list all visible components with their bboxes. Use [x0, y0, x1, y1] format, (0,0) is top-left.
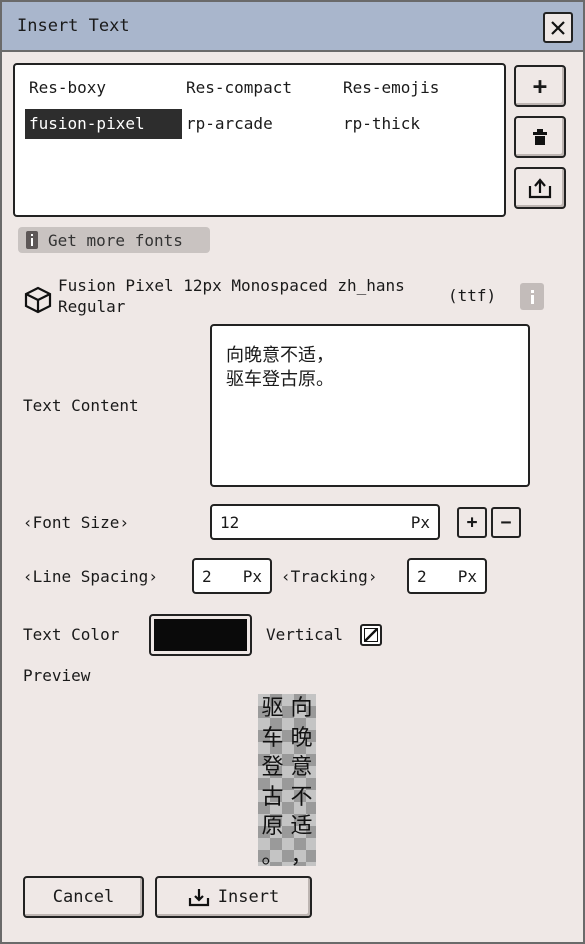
font-item-rp-thick[interactable]: rp-thick [339, 109, 493, 139]
add-font-button[interactable]: + [514, 65, 566, 107]
line-spacing-input[interactable]: 2 Px [192, 558, 272, 594]
font-info-button[interactable] [520, 283, 544, 310]
get-more-fonts-button[interactable]: Get more fonts [18, 227, 210, 253]
plus-icon: + [532, 72, 548, 100]
preview-label: Preview [23, 666, 91, 685]
font-full-name: Fusion Pixel 12px Monospaced zh_hans Reg… [58, 276, 405, 316]
vertical-checkbox[interactable] [360, 624, 382, 646]
get-more-fonts-label: Get more fonts [48, 230, 183, 250]
tracking-input[interactable]: 2 Px [407, 558, 487, 594]
close-icon [551, 20, 565, 35]
insert-text-dialog: Insert Text Res-boxy Res-compact Res-emo… [0, 0, 585, 944]
font-item-rp-arcade[interactable]: rp-arcade [182, 109, 336, 139]
font-format: (ttf) [448, 286, 497, 305]
preview-column-right: 向晚意不适， [290, 696, 313, 866]
close-button[interactable] [543, 12, 573, 43]
title-bar: Insert Text [2, 2, 583, 52]
font-size-increase-button[interactable]: + [457, 507, 487, 538]
info-icon [26, 231, 38, 249]
font-cube-icon [24, 286, 52, 314]
font-item-res-compact[interactable]: Res-compact [182, 73, 336, 103]
tracking-label[interactable]: ‹Tracking› [281, 567, 377, 586]
dialog-title: Insert Text [17, 16, 130, 36]
font-item-fusion-pixel[interactable]: fusion-pixel [25, 109, 182, 139]
font-item-res-emojis[interactable]: Res-emojis [339, 73, 493, 103]
preview-column-left: 驱车登古原。 [261, 696, 284, 866]
checkmark-icon [364, 628, 378, 642]
text-color-label: Text Color [23, 625, 120, 644]
line-spacing-label[interactable]: ‹Line Spacing› [23, 567, 158, 586]
delete-font-button[interactable] [514, 116, 566, 158]
insert-button[interactable]: Insert [155, 876, 312, 918]
font-size-input[interactable]: 12 Px [210, 504, 440, 540]
text-content-input[interactable]: 向晚意不适， 驱车登古原。 [210, 324, 530, 487]
font-size-decrease-button[interactable]: − [491, 507, 521, 538]
text-preview: 驱车登古原。 向晚意不适， [258, 694, 316, 866]
insert-icon [188, 887, 210, 907]
vertical-label: Vertical [266, 625, 344, 644]
font-item-res-boxy[interactable]: Res-boxy [25, 73, 179, 103]
minus-icon: − [500, 512, 512, 533]
font-list[interactable]: Res-boxy Res-compact Res-emojis fusion-p… [13, 63, 506, 217]
text-color-fill [154, 619, 247, 651]
cancel-button[interactable]: Cancel [23, 876, 144, 918]
info-icon [531, 289, 534, 304]
export-font-button[interactable] [514, 167, 566, 209]
plus-icon: + [466, 512, 478, 533]
trash-icon [533, 129, 547, 145]
upload-icon [528, 178, 552, 199]
font-size-label[interactable]: ‹Font Size› [23, 513, 129, 532]
text-color-swatch[interactable] [149, 614, 252, 656]
text-content-label: Text Content [23, 396, 139, 415]
